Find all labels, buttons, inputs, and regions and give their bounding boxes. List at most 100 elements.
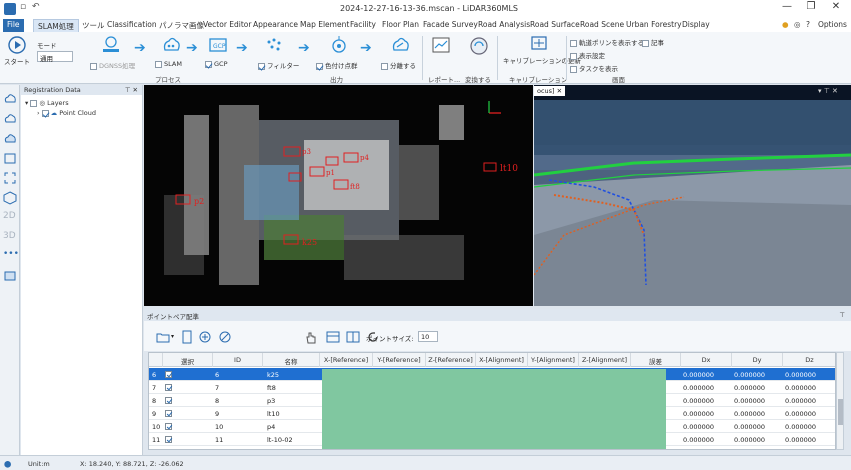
- row-checkbox[interactable]: [165, 436, 172, 443]
- menu-tab-map-element[interactable]: Map Element: [296, 19, 353, 32]
- globe-icon[interactable]: ◎: [794, 20, 801, 29]
- filter-option[interactable]: フィルター: [258, 60, 299, 70]
- undo-icon[interactable]: ↶: [32, 2, 42, 14]
- scrollbar-thumb[interactable]: [838, 399, 843, 425]
- pin-icon[interactable]: ⊤: [839, 311, 845, 319]
- menu-tab-classification[interactable]: Classification: [103, 19, 161, 32]
- dgnss-checkbox[interactable]: [90, 62, 97, 70]
- calibration-update-button[interactable]: [528, 35, 550, 55]
- minimize-button[interactable]: —: [778, 1, 796, 16]
- import-table-icon[interactable]: [326, 330, 340, 344]
- row-checkbox[interactable]: [165, 410, 172, 417]
- filter-checkbox[interactable]: [258, 62, 265, 70]
- view-tab[interactable]: ocus] ✕: [534, 86, 566, 96]
- memo-option[interactable]: 記事: [642, 37, 664, 47]
- gcp-checkbox[interactable]: [205, 60, 212, 68]
- menu-tab-urban-forestry[interactable]: Urban Forestry: [622, 19, 686, 32]
- slam-checkbox[interactable]: [155, 60, 162, 68]
- pin-icon[interactable]: ⊤ ✕: [125, 86, 138, 94]
- cloud-add-icon[interactable]: [3, 91, 17, 105]
- add-point-icon[interactable]: [198, 330, 212, 344]
- col-dy[interactable]: Dy: [732, 353, 783, 367]
- lightbulb-icon[interactable]: ●: [782, 20, 789, 29]
- dgnss-option[interactable]: DGNSS処理: [90, 60, 135, 70]
- memo-checkbox[interactable]: [642, 39, 649, 47]
- menu-file[interactable]: File: [3, 19, 24, 32]
- col-error[interactable]: 誤差: [631, 353, 681, 367]
- row-checkbox[interactable]: [165, 397, 172, 404]
- col-id[interactable]: ID: [213, 353, 263, 367]
- slam-option[interactable]: SLAM: [155, 60, 182, 68]
- gnss-icon[interactable]: [100, 35, 122, 55]
- menu-tab-facility[interactable]: Facility: [346, 19, 380, 32]
- point-cloud-checkbox[interactable]: [41, 109, 49, 117]
- cloud-select-icon[interactable]: [3, 131, 17, 145]
- task-checkbox[interactable]: [570, 65, 577, 73]
- more-icon[interactable]: •••: [3, 249, 19, 263]
- menu-tab-display[interactable]: Display: [678, 19, 714, 32]
- split-checkbox[interactable]: [381, 62, 388, 70]
- point-cloud-view-right[interactable]: [534, 85, 851, 306]
- table-scrollbar[interactable]: [836, 352, 844, 450]
- gcp-icon[interactable]: GCP: [207, 35, 229, 55]
- start-button[interactable]: スタート: [4, 36, 30, 66]
- mode-select[interactable]: 通用: [37, 51, 73, 63]
- filter-icon[interactable]: [264, 35, 286, 55]
- box-3d-icon[interactable]: [3, 191, 17, 205]
- colorize-checkbox[interactable]: [316, 62, 323, 70]
- trajectory-option[interactable]: 軌道ポリンを表示する: [570, 37, 644, 47]
- point-size-input[interactable]: 10: [418, 331, 438, 342]
- menu-tab-appearance[interactable]: Appearance: [249, 19, 302, 32]
- row-checkbox[interactable]: [165, 423, 172, 430]
- col-x-align[interactable]: X-[Alignment]: [476, 353, 528, 367]
- view-window-controls[interactable]: ▾ ⊤ ✕: [818, 87, 838, 95]
- task-option[interactable]: タスクを表示: [570, 63, 618, 73]
- col-y-ref[interactable]: Y-[Reference]: [373, 353, 426, 367]
- menu-tab-floor-plan[interactable]: Floor Plan: [378, 19, 423, 32]
- col-dz[interactable]: Dz: [783, 353, 835, 367]
- menu-tab-slam[interactable]: SLAM処理: [33, 19, 79, 32]
- point-cloud-view-left[interactable]: lt10 p3 k25 p2 p1 ft8 p4: [144, 85, 533, 306]
- convert-button[interactable]: [464, 35, 494, 59]
- edit-point-icon[interactable]: [218, 330, 232, 344]
- colorize-icon[interactable]: [328, 35, 350, 55]
- layers-checkbox[interactable]: [30, 99, 38, 107]
- col-x-ref[interactable]: X-[Reference]: [320, 353, 373, 367]
- col-name[interactable]: 名称: [263, 353, 320, 367]
- perspective-canvas[interactable]: [534, 85, 851, 306]
- col-z-align[interactable]: Z-[Alignment]: [579, 353, 631, 367]
- col-dx[interactable]: Dx: [681, 353, 732, 367]
- cloud-icon[interactable]: [3, 111, 17, 125]
- trajectory-checkbox[interactable]: [570, 39, 577, 47]
- help-icon[interactable]: ?: [806, 20, 810, 29]
- document-icon[interactable]: [180, 330, 194, 344]
- point-cloud-canvas[interactable]: lt10 p3 k25 p2 p1 ft8 p4: [144, 85, 533, 306]
- open-folder-icon[interactable]: [156, 330, 170, 344]
- options-menu[interactable]: Options: [818, 20, 847, 29]
- tree-layers[interactable]: ▾ ◎ Layers: [25, 99, 69, 107]
- colorize-option[interactable]: 色付け点群: [316, 60, 358, 70]
- save-icon[interactable]: ▫: [20, 2, 30, 14]
- display-settings-checkbox[interactable]: [570, 52, 577, 60]
- split-icon[interactable]: [389, 35, 411, 55]
- hand-icon[interactable]: [304, 330, 318, 344]
- tree-point-cloud[interactable]: › ☁ Point Cloud: [37, 109, 96, 117]
- close-button[interactable]: ✕: [827, 1, 845, 16]
- cube-icon[interactable]: [3, 151, 17, 165]
- menu-tab-road-scene[interactable]: Road Scene: [576, 19, 628, 32]
- expand-icon[interactable]: [3, 171, 17, 185]
- gcp-option[interactable]: GCP: [205, 60, 228, 68]
- col-z-ref[interactable]: Z-[Reference]: [426, 353, 476, 367]
- report-button[interactable]: [426, 35, 458, 59]
- display-settings-option[interactable]: 表示設定: [570, 50, 605, 60]
- col-select[interactable]: 選択: [163, 353, 213, 367]
- refresh-icon[interactable]: [366, 330, 380, 344]
- col-y-align[interactable]: Y-[Alignment]: [528, 353, 579, 367]
- menu-tab-facade-survey[interactable]: Facade Survey: [419, 19, 482, 32]
- slam-icon[interactable]: [160, 35, 182, 55]
- row-checkbox[interactable]: [165, 371, 172, 378]
- export-table-icon[interactable]: [346, 330, 360, 344]
- menu-tab-vector-editor[interactable]: Vector Editor: [199, 19, 255, 32]
- image-icon[interactable]: [3, 269, 17, 283]
- chevron-down-icon[interactable]: ▾: [171, 333, 174, 340]
